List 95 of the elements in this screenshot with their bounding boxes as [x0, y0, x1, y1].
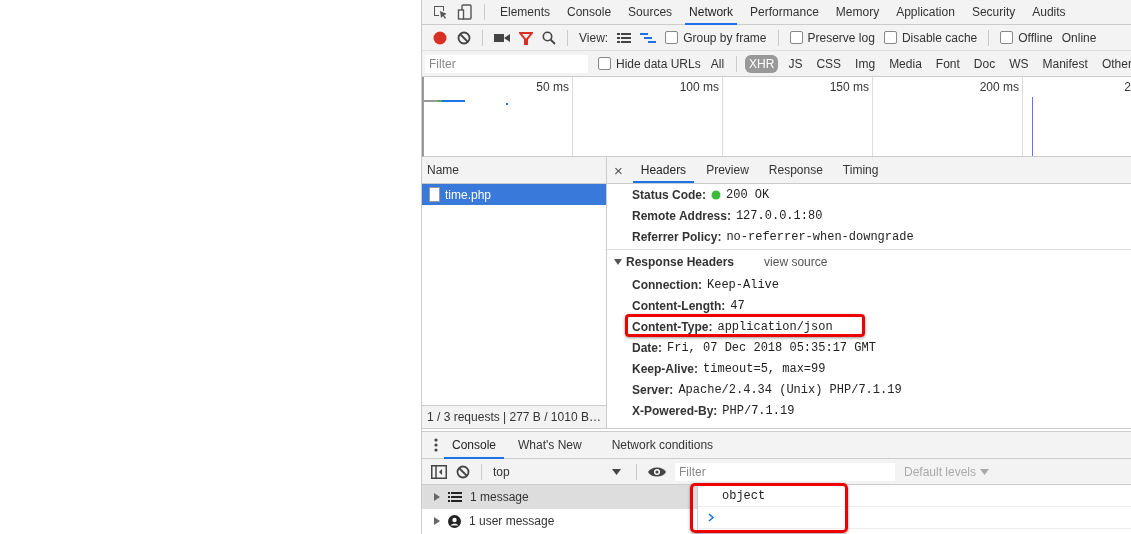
checkbox[interactable]: Group by frame	[665, 30, 767, 45]
type-filter[interactable]: WS	[1005, 54, 1033, 73]
header-name: Content-Length:	[632, 298, 726, 313]
sidebar-toggle-icon[interactable]	[431, 464, 447, 479]
header-name: X-Powered-By:	[632, 403, 718, 418]
header-value: Apache/2.4.34 (Unix) PHP/7.1.19	[678, 382, 902, 397]
timeline-bar	[424, 100, 465, 102]
more-options-icon[interactable]	[434, 438, 438, 452]
eye-icon[interactable]	[648, 465, 666, 478]
list-view-icon[interactable]	[617, 31, 632, 44]
type-filter[interactable]: Other	[1097, 54, 1131, 73]
prompt-chevron-icon[interactable]	[708, 513, 715, 522]
type-filter[interactable]: All	[706, 54, 729, 73]
panel-tab[interactable]: Memory	[831, 0, 884, 25]
time-tick-label: 2	[1124, 80, 1131, 94]
expand-triangle-icon[interactable]	[434, 517, 440, 525]
user-icon	[448, 514, 461, 528]
header-name: Referrer Policy:	[632, 229, 722, 244]
header-value: 200 OK	[726, 187, 770, 202]
header-name: Content-Type:	[632, 319, 713, 334]
time-tick-label: 50 ms	[536, 80, 569, 94]
expand-triangle-icon[interactable]	[434, 493, 440, 501]
header-value: 127.0.0.1:80	[735, 208, 823, 223]
timeline-bar	[506, 103, 508, 105]
request-row[interactable]: time.php	[422, 184, 606, 205]
checkbox[interactable]: Hide data URLs	[598, 56, 701, 71]
document-icon	[429, 187, 440, 202]
filter-field[interactable]: Filter	[425, 54, 588, 73]
throttling-dropdown[interactable]: Online	[1061, 30, 1097, 45]
video-camera-icon[interactable]	[494, 31, 510, 44]
detail-tab[interactable]: Preview	[698, 157, 757, 183]
disclosure-triangle-icon[interactable]	[614, 258, 622, 266]
header-name: Connection:	[632, 277, 702, 292]
view-source-link[interactable]: view source	[764, 255, 828, 269]
checkbox[interactable]: Offline	[1000, 30, 1053, 45]
type-filter[interactable]: Img	[851, 54, 880, 73]
record-icon[interactable]	[432, 29, 448, 46]
header-name: Date:	[632, 340, 662, 355]
type-filter[interactable]: Doc	[969, 54, 1000, 73]
type-filter[interactable]: JS	[784, 54, 807, 73]
header-value: application/json	[717, 319, 833, 334]
load-marker-line	[1032, 97, 1033, 156]
checkbox[interactable]: Disable cache	[883, 30, 978, 45]
request-name: time.php	[445, 187, 492, 202]
status-dot-icon	[711, 189, 721, 200]
time-tick-label: 200 ms	[979, 80, 1019, 94]
status-summary: 1 / 3 requests | 277 B / 1010 B…	[422, 405, 606, 428]
time-tick-label: 150 ms	[829, 80, 869, 94]
search-icon[interactable]	[542, 30, 556, 45]
message-filter-item[interactable]: 1 message	[422, 485, 697, 509]
time-tick-label: 100 ms	[679, 80, 719, 94]
header-value: no-referrer-when-downgrade	[726, 229, 914, 244]
close-button[interactable]: ×	[614, 161, 629, 179]
header-name: Remote Address:	[632, 208, 731, 223]
waterfall-view-icon[interactable]	[640, 31, 657, 44]
detail-tab[interactable]: Response	[760, 157, 831, 183]
panel-tab[interactable]: Console	[563, 0, 616, 25]
header-value: PHP/7.1.19	[722, 403, 795, 418]
panel-tab[interactable]: Performance	[746, 0, 823, 25]
header-name: Status Code:	[632, 187, 706, 202]
header-value: Fri, 07 Dec 2018 05:35:17 GMT	[667, 340, 876, 355]
panel-tab[interactable]: Sources	[624, 0, 677, 25]
console-output: object	[721, 488, 766, 503]
view-label: View:	[579, 30, 609, 45]
caret-icon	[980, 468, 990, 475]
detail-tab[interactable]: Timing	[834, 157, 887, 183]
detail-tab[interactable]: Headers	[632, 157, 695, 183]
panel-tab[interactable]: Elements	[496, 0, 555, 25]
drawer-tab[interactable]: Network conditions	[603, 431, 722, 459]
type-filter[interactable]: Manifest	[1038, 54, 1092, 73]
list-icon	[448, 492, 462, 502]
checkbox[interactable]: Preserve log	[789, 30, 875, 45]
type-filter[interactable]: Font	[931, 54, 964, 73]
section-title[interactable]: Response Headers	[626, 255, 735, 269]
header-name: Keep-Alive:	[632, 361, 699, 376]
clear-icon[interactable]	[456, 464, 470, 479]
header-value: 47	[730, 298, 745, 313]
column-header[interactable]: Name	[422, 157, 606, 184]
message-filter-item[interactable]: 1 user message	[422, 509, 697, 533]
caret-icon	[612, 468, 621, 475]
drawer-tab[interactable]: What's New	[510, 431, 590, 459]
filter-icon[interactable]	[519, 30, 533, 45]
panel-tab[interactable]: Audits	[1028, 0, 1070, 25]
type-filter[interactable]: Media	[885, 54, 926, 73]
context-dropdown[interactable]: top	[493, 464, 625, 479]
inspect-icon[interactable]	[432, 4, 448, 20]
header-value: Keep-Alive	[707, 277, 779, 292]
clear-icon[interactable]	[457, 30, 471, 45]
console-filter-field[interactable]: Filter	[675, 462, 895, 481]
header-name: Server:	[632, 382, 674, 397]
panel-tab[interactable]: Application	[892, 0, 959, 25]
type-filter[interactable]: CSS	[812, 54, 846, 73]
panel-tab[interactable]: Security	[967, 0, 1020, 25]
device-icon[interactable]	[457, 4, 473, 20]
header-value: timeout=5, max=99	[703, 361, 826, 376]
